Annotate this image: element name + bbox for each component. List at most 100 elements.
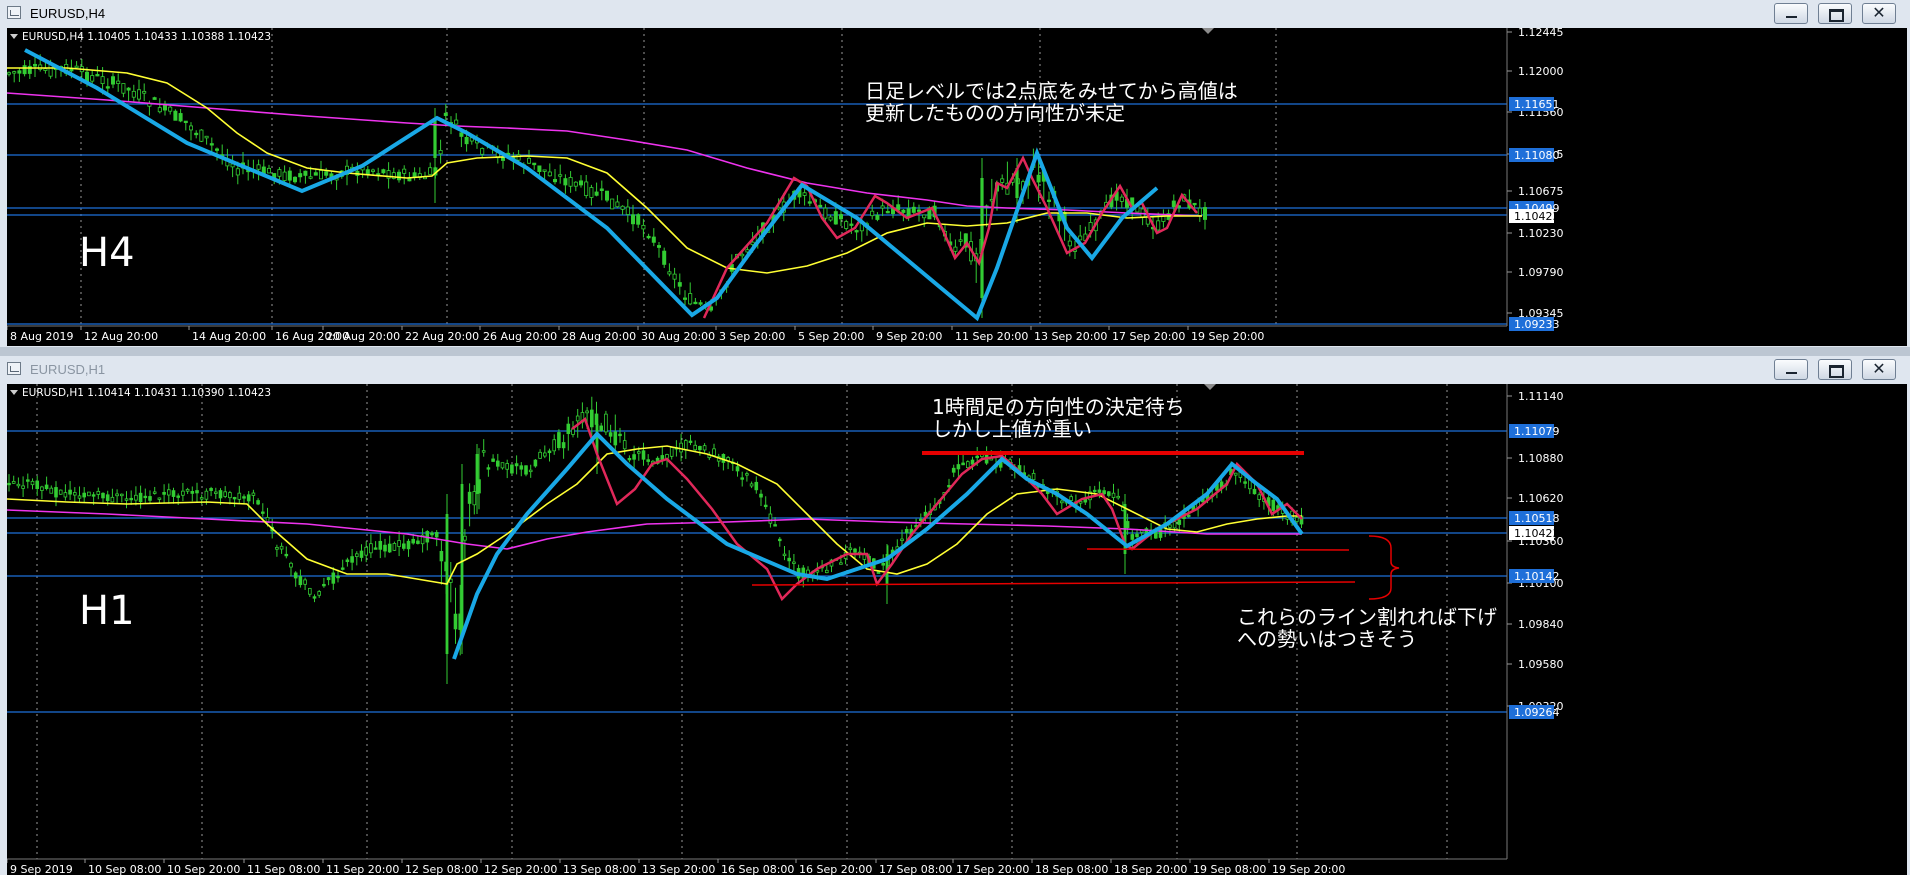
g1-candle-body <box>1107 491 1111 496</box>
g4-candle-body <box>605 190 610 201</box>
g4-candle-body <box>1067 240 1072 247</box>
g4-candle-body <box>568 177 573 187</box>
g1-candle-body <box>289 562 293 568</box>
g4-candle-body <box>313 172 318 176</box>
g1-candle-body <box>665 454 669 459</box>
h4-maximize-button[interactable] <box>1818 3 1852 24</box>
g4-candle-body <box>32 63 37 67</box>
g1-candle-body <box>467 491 472 504</box>
g1-candle-body <box>181 490 185 496</box>
g4-candle-body <box>646 235 651 239</box>
g4-time-label: 22 Aug 20:00 <box>405 330 479 343</box>
h1-minimize-button[interactable] <box>1774 359 1808 380</box>
g1-candle-body <box>510 464 514 474</box>
g4-candle-body <box>636 214 641 225</box>
h1-symbol-header: EURUSD,H1 1.10414 1.10431 1.10390 1.1042… <box>22 387 271 399</box>
h1-time-labels: 9 Sep 2019 10 Sep 08:00 10 Sep 20:00 11 Sep… <box>7 859 1345 875</box>
g1-candle-body <box>392 543 397 551</box>
h4-annotation-line-2: 更新したものの方向性が未定 <box>865 101 1125 125</box>
g1-candle-body <box>543 452 547 457</box>
g1-candle-body <box>204 490 209 500</box>
g1-candle-body <box>195 490 199 494</box>
g1-candle-body <box>185 488 190 492</box>
g1-candle-body <box>25 479 30 482</box>
g1-price-tick-label: 1.10620 <box>1518 492 1564 505</box>
g4-time-label: 26 Aug 20:00 <box>483 330 557 343</box>
g4-candle-body <box>22 65 27 75</box>
h4-close-button[interactable]: ✕ <box>1862 3 1896 24</box>
g1-candle-body <box>754 481 759 491</box>
g1-candle-body <box>298 576 303 586</box>
g4-candle-body <box>209 143 214 146</box>
g1-candle-body <box>637 451 641 454</box>
g4-price-tick-label: 1.12445 <box>1518 28 1564 39</box>
h1-window-titlebar[interactable]: EURUSD,H1 ✕ <box>0 356 1910 384</box>
h4-shift-marker-icon[interactable] <box>1202 28 1214 34</box>
h1-annotation-top-line-2: しかし上値が重い <box>932 417 1092 441</box>
g4-candle-body <box>454 119 459 125</box>
g4-candle-body <box>85 71 90 82</box>
g1-candle-body <box>627 458 632 461</box>
g4-candle-body <box>547 171 552 177</box>
g1-candle-body <box>223 491 228 497</box>
g1-candle-body <box>768 513 773 524</box>
g1-candle-body <box>336 575 340 579</box>
h1-chart-canvas[interactable]: 1.11140 1.10880 1.10620 1.10360 1.10100 1.098… <box>7 384 1907 875</box>
g4-time-label: 19 Sep 20:00 <box>1191 330 1264 343</box>
g4-candle-body <box>121 83 126 94</box>
g1-candle-body <box>787 557 791 562</box>
g1-candle-body <box>326 577 331 581</box>
g4-candle-body <box>610 198 615 210</box>
g1-candle-body <box>547 450 552 454</box>
g1-candle-body <box>904 528 909 534</box>
g1-candle-body <box>514 463 519 467</box>
g4-candle-body <box>1000 178 1005 183</box>
g4-candle-body <box>1047 199 1052 202</box>
g4-candle-body <box>672 273 677 280</box>
g1-candle-body <box>1069 496 1074 501</box>
g1-candle-body <box>138 492 143 503</box>
g4-candle-body <box>178 113 183 122</box>
h1-header-triangle-icon[interactable] <box>10 390 18 395</box>
g4-candle-body <box>204 135 209 139</box>
g4-price-tag-label: 1.11080 <box>1514 149 1560 162</box>
g1-candle-body <box>712 448 716 456</box>
h4-minimize-button[interactable] <box>1774 3 1808 24</box>
g1-candle-body <box>853 548 857 553</box>
g1-candle-body <box>684 440 688 451</box>
g1-candle-body <box>439 551 444 562</box>
g1-candle-body <box>608 432 613 437</box>
g1-candle-body <box>759 493 763 498</box>
g1-candle-body <box>256 500 260 505</box>
g4-time-label: 30 Aug 20:00 <box>641 330 715 343</box>
g1-time-label: 9 Sep 2019 <box>10 863 73 875</box>
h4-chart-canvas[interactable]: 1.124451.120001.115601.111151.106751.102… <box>7 28 1907 346</box>
h4-window-titlebar[interactable]: EURUSD,H4 ✕ <box>0 0 1910 28</box>
h1-annotation-top-line-1: 1時間足の方向性の決定待ち <box>932 395 1185 419</box>
g4-candle-body <box>308 176 313 179</box>
g4-price-tick-label: 1.09790 <box>1518 266 1564 279</box>
g4-candle-body <box>620 205 625 210</box>
g1-candle-body <box>1257 494 1262 500</box>
g4-candle-body <box>95 74 100 77</box>
h4-header-triangle-icon[interactable] <box>10 34 18 39</box>
g1-candle-body <box>1083 498 1088 503</box>
g4-candle-body <box>828 216 833 221</box>
g1-candle-body <box>475 454 479 494</box>
g4-candle-body <box>396 171 401 181</box>
g1-candle-body <box>1060 500 1064 504</box>
h1-close-button[interactable]: ✕ <box>1862 359 1896 380</box>
h1-shift-marker-icon[interactable] <box>1204 384 1216 390</box>
g4-candle-body <box>1192 202 1197 206</box>
h1-maximize-button[interactable] <box>1818 359 1852 380</box>
g1-candle-body <box>232 497 237 500</box>
g1-candle-body <box>519 465 524 470</box>
g1-time-label: 12 Sep 08:00 <box>405 863 478 875</box>
g1-time-label: 11 Sep 20:00 <box>326 863 399 875</box>
h1-blue-trendline <box>452 431 1304 660</box>
h4-annotation-line-1: 日足レベルでは2点底をみせてから高値は <box>865 79 1238 103</box>
g1-candle-body <box>157 497 162 500</box>
g4-candle-body <box>277 169 282 177</box>
g4-candle-body <box>698 302 703 305</box>
g4-time-label: 3 Sep 20:00 <box>719 330 785 343</box>
